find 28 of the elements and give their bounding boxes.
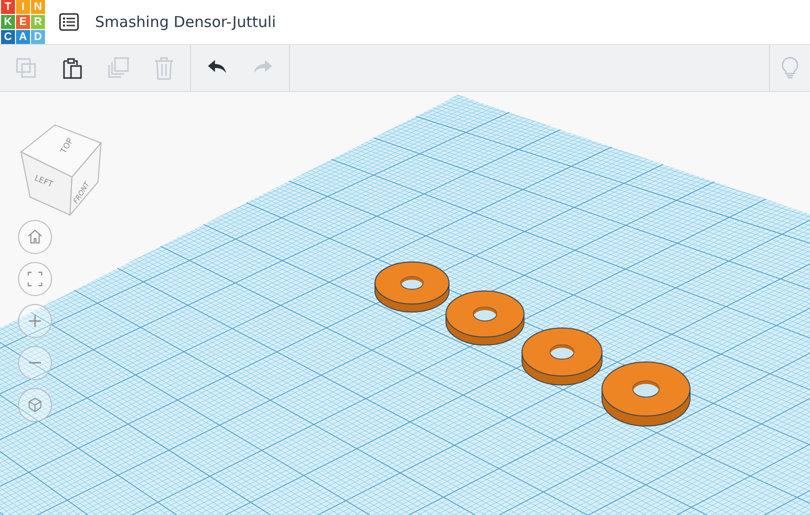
perspective-button[interactable]: [18, 388, 52, 422]
logo-letter: E: [16, 15, 30, 29]
home-view-button[interactable]: [18, 220, 52, 254]
ring-shape[interactable]: [374, 262, 450, 312]
zoom-out-button[interactable]: [18, 346, 52, 380]
list-icon[interactable]: [59, 13, 79, 31]
ring-shape[interactable]: [522, 328, 602, 386]
logo-letter: C: [1, 30, 15, 44]
tinkercad-logo[interactable]: T I N K E R C A D: [1, 0, 45, 44]
fit-view-icon: [25, 269, 45, 289]
trash-icon: [152, 56, 176, 80]
logo-letter: A: [16, 30, 30, 44]
logo-letter: T: [1, 0, 15, 14]
left-face-label[interactable]: LEFT: [33, 174, 54, 189]
ring-shape[interactable]: [602, 362, 690, 426]
duplicate-icon: [106, 56, 130, 80]
logo-letter: K: [1, 15, 15, 29]
fit-view-button[interactable]: [18, 262, 52, 296]
minus-icon: [29, 362, 41, 364]
ring-shape[interactable]: [446, 290, 524, 346]
copy-icon: [14, 56, 38, 80]
zoom-in-button[interactable]: [18, 304, 52, 338]
lightbulb-icon: [780, 56, 800, 80]
logo-letter: N: [31, 0, 45, 14]
logo-letter: I: [16, 0, 30, 14]
logo-letter: D: [31, 30, 45, 44]
design-title[interactable]: Smashing Densor-Juttuli: [95, 13, 276, 31]
logo-letter: R: [31, 15, 45, 29]
